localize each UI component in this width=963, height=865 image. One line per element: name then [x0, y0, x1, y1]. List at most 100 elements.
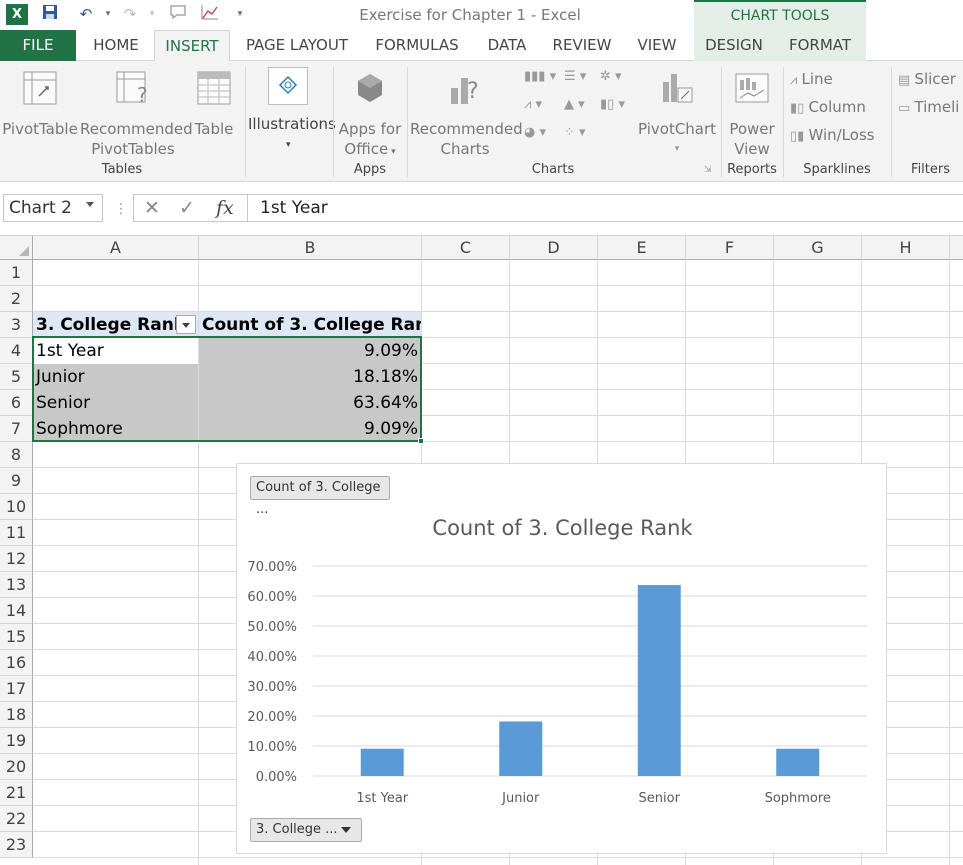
- group-label-sparklines: Sparklines: [803, 162, 871, 177]
- tab-formulas[interactable]: FORMULAS: [362, 30, 472, 61]
- column-header-b[interactable]: B: [199, 236, 422, 260]
- row-header-12[interactable]: 12: [0, 546, 33, 572]
- row-header-9[interactable]: 9: [0, 468, 33, 494]
- apps-for-office-button[interactable]: Apps for Office ▾: [336, 61, 404, 158]
- row-header-16[interactable]: 16: [0, 650, 33, 676]
- row-header-20[interactable]: 20: [0, 754, 33, 780]
- customize-toolbar-icon[interactable]: ▾: [230, 4, 250, 24]
- row-header-13[interactable]: 13: [0, 572, 33, 598]
- formula-input[interactable]: 1st Year: [247, 194, 963, 222]
- apps-dropdown-icon: ▾: [388, 147, 396, 157]
- pivot-chart[interactable]: Count of 3. College ... Count of 3. Coll…: [236, 463, 887, 854]
- x-tick-label: Junior: [501, 791, 540, 806]
- column-header-h[interactable]: H: [862, 236, 950, 260]
- area-chart-icon[interactable]: ▲ ▾: [564, 97, 585, 112]
- pivottable-button[interactable]: PivotTable: [2, 61, 78, 157]
- tab-data[interactable]: DATA: [476, 30, 538, 61]
- enter-icon[interactable]: ✓: [179, 197, 195, 219]
- group-separator: [891, 67, 892, 177]
- undo-icon[interactable]: ↶: [76, 4, 96, 24]
- timeline-button[interactable]: ▭ Timeli: [898, 97, 959, 119]
- sparkline-winloss-button[interactable]: ▯▮ Win/Loss: [790, 125, 875, 147]
- tab-file[interactable]: FILE: [0, 30, 76, 61]
- redo-dropdown-icon[interactable]: ▾: [142, 4, 162, 24]
- bar-chart-icon[interactable]: ☰ ▾: [564, 69, 586, 84]
- row-header-8[interactable]: 8: [0, 442, 33, 468]
- save-icon[interactable]: [40, 4, 60, 24]
- row-header-14[interactable]: 14: [0, 598, 33, 624]
- group-separator: [245, 67, 246, 177]
- name-box-dropdown-icon[interactable]: [86, 202, 94, 207]
- illustrations-button[interactable]: Illustrations ▾: [248, 61, 336, 157]
- y-tick-label: 60.00%: [247, 590, 297, 605]
- row-header-17[interactable]: 17: [0, 676, 33, 702]
- hierarchy-chart-icon[interactable]: ✲ ▾: [600, 69, 622, 84]
- undo-dropdown-icon[interactable]: ▾: [98, 4, 118, 24]
- tab-page-layout[interactable]: PAGE LAYOUT: [236, 30, 358, 61]
- chart-plot-area: 0.00% 10.00% 20.00% 30.00% 40.00% 50.00% 60.00…: [247, 560, 867, 806]
- excel-app-icon[interactable]: X: [6, 4, 28, 25]
- table-button[interactable]: Table: [190, 61, 238, 157]
- comment-icon[interactable]: [168, 4, 188, 24]
- row-header-19[interactable]: 19: [0, 728, 33, 754]
- row-header-4[interactable]: 4: [0, 338, 33, 364]
- tab-design[interactable]: DESIGN: [694, 30, 774, 61]
- column-header-c[interactable]: C: [422, 236, 510, 260]
- column-header-g[interactable]: G: [774, 236, 862, 260]
- recommended-charts-button[interactable]: ? Recommended Charts: [410, 61, 523, 158]
- tab-view[interactable]: VIEW: [626, 30, 688, 61]
- redo-icon[interactable]: ↷: [120, 4, 140, 24]
- tab-home[interactable]: HOME: [80, 30, 152, 61]
- insert-function-icon[interactable]: fx: [216, 197, 234, 219]
- recommended-pivottables-button[interactable]: ? Recommended PivotTables: [80, 61, 193, 158]
- row-header-21[interactable]: 21: [0, 780, 33, 806]
- scatter-chart-icon[interactable]: ⁘ ▾: [564, 125, 586, 140]
- row-header-6[interactable]: 6: [0, 390, 33, 416]
- pivot-header-row-labels[interactable]: 3. College Rank: [33, 312, 198, 338]
- axis-field-dropdown-icon[interactable]: [341, 827, 351, 833]
- row-labels-filter-button[interactable]: [176, 315, 196, 334]
- cancel-icon[interactable]: ✕: [144, 197, 160, 219]
- selection-range-border: [32, 336, 422, 442]
- fill-handle[interactable]: [418, 438, 424, 444]
- power-view-icon: [735, 73, 769, 103]
- group-label-reports: Reports: [727, 162, 777, 177]
- gridline: [33, 857, 963, 858]
- column-header-a[interactable]: A: [33, 236, 199, 260]
- column-header-d[interactable]: D: [510, 236, 598, 260]
- row-header-5[interactable]: 5: [0, 364, 33, 390]
- row-header-1[interactable]: 1: [0, 260, 33, 286]
- pie-chart-icon[interactable]: ◕ ▾: [524, 125, 546, 140]
- sparkline-line-button[interactable]: ⩘ Line: [790, 69, 833, 91]
- row-header-15[interactable]: 15: [0, 624, 33, 650]
- tab-format[interactable]: FORMAT: [774, 30, 866, 61]
- slicer-button[interactable]: ▤ Slicer: [898, 69, 956, 91]
- tab-review[interactable]: REVIEW: [542, 30, 622, 61]
- row-header-18[interactable]: 18: [0, 702, 33, 728]
- line-chart-icon[interactable]: ⩘ ▾: [524, 97, 542, 112]
- sparkline-column-button[interactable]: ▮▯ Column: [790, 97, 866, 119]
- column-header-e[interactable]: E: [598, 236, 686, 260]
- pivot-header-values[interactable]: Count of 3. College Rank: [199, 312, 421, 338]
- row-header-22[interactable]: 22: [0, 806, 33, 832]
- row-header-2[interactable]: 2: [0, 286, 33, 312]
- column-chart-icon[interactable]: ▮▮▮ ▾: [524, 69, 556, 84]
- row-header-11[interactable]: 11: [0, 520, 33, 546]
- pivotchart-button[interactable]: PivotChart ▾: [638, 61, 716, 157]
- charts-dialog-launcher-icon[interactable]: ⇲: [704, 165, 712, 175]
- gridline: [33, 285, 963, 286]
- combo-chart-icon[interactable]: ▮▯ ▾: [600, 97, 625, 112]
- tab-insert[interactable]: INSERT: [154, 30, 230, 62]
- power-view-button[interactable]: Power View: [724, 61, 780, 158]
- formula-bar-handle-icon[interactable]: ⋮: [114, 201, 128, 217]
- svg-text:?: ?: [137, 83, 148, 106]
- row-header-7[interactable]: 7: [0, 416, 33, 442]
- select-all-corner[interactable]: [0, 236, 33, 260]
- row-header-3[interactable]: 3: [0, 312, 33, 338]
- chart-quick-icon[interactable]: [200, 4, 220, 24]
- name-box[interactable]: Chart 2: [3, 194, 103, 222]
- row-header-23[interactable]: 23: [0, 832, 33, 858]
- ribbon-tabs: FILE HOME INSERT PAGE LAYOUT FORMULAS DA…: [0, 30, 963, 62]
- column-header-f[interactable]: F: [686, 236, 774, 260]
- row-header-10[interactable]: 10: [0, 494, 33, 520]
